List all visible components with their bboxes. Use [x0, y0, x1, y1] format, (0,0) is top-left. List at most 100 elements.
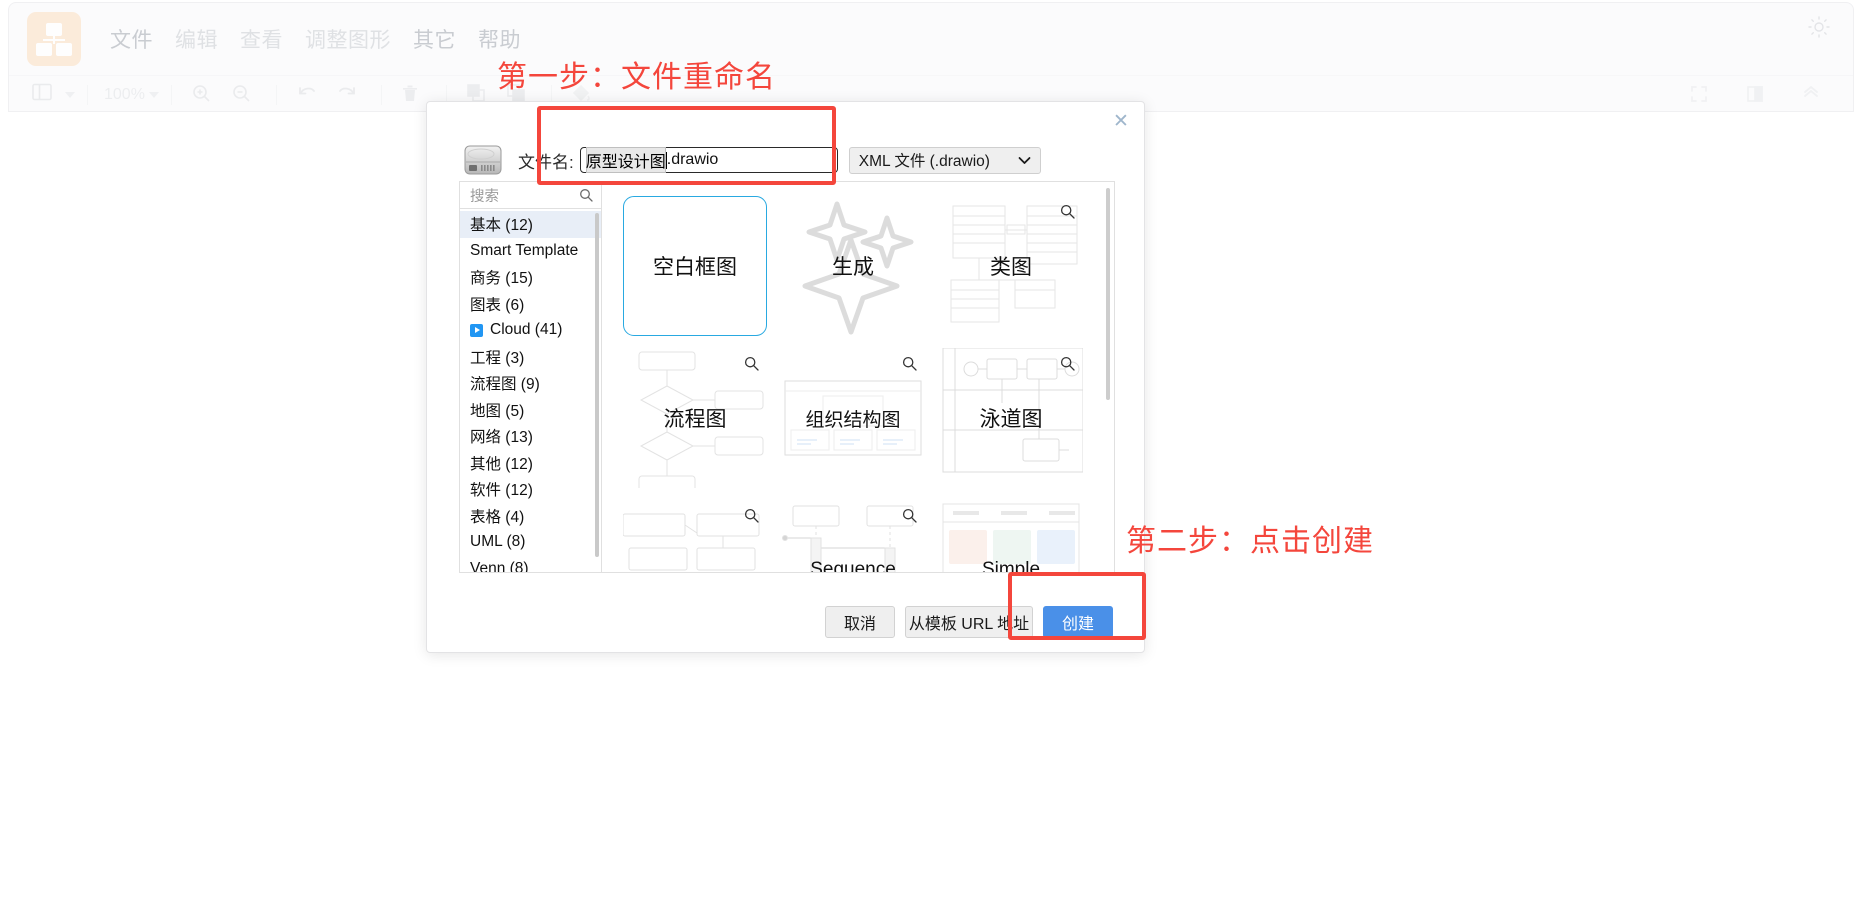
menu-item-file[interactable]: 文件 — [99, 24, 164, 54]
template-item[interactable]: 流程图 — [616, 342, 774, 494]
category-label: Smart Template — [470, 241, 579, 259]
category-label: 其他 (12) — [470, 455, 533, 473]
chevron-down-icon-layout[interactable] — [65, 91, 75, 98]
annotation-step2-text: 第二步：点击创建 — [1126, 525, 1374, 558]
category-label: Cloud (41) — [490, 321, 563, 339]
template-simple[interactable]: Simple — [939, 500, 1083, 572]
menu-item-view[interactable]: 查看 — [229, 24, 294, 54]
search-icon — [580, 189, 593, 202]
template-browser: 搜索 基本 (12) Smart Template 商务 (15) 图表 (6)… — [459, 181, 1115, 573]
toolbar-divider — [380, 84, 382, 105]
sun-icon[interactable] — [1807, 15, 1831, 39]
category-item-software[interactable]: 软件 (12) — [460, 476, 601, 503]
annotation-step1-text: 第一步：文件重命名 — [497, 61, 776, 94]
category-item-tables[interactable]: 表格 (4) — [460, 503, 601, 530]
template-label: 空白框图 — [653, 256, 737, 279]
category-label: 表格 (4) — [470, 508, 525, 526]
template-item[interactable]: Simple — [932, 494, 1090, 572]
category-item-maps[interactable]: 地图 (5) — [460, 397, 601, 424]
category-item-charts[interactable]: 图表 (6) — [460, 291, 601, 318]
template-sequence[interactable]: Sequence — [781, 500, 925, 572]
category-item-venn[interactable]: Venn (8) — [460, 556, 601, 572]
template-label: 类图 — [990, 256, 1032, 279]
close-icon[interactable]: ✕ — [1110, 111, 1132, 133]
menu-item-help[interactable]: 帮助 — [467, 24, 532, 54]
zoom-out-icon[interactable] — [230, 82, 258, 108]
toolbar-divider — [275, 84, 277, 105]
menu-bar: 文件 编辑 查看 调整图形 其它 帮助 — [9, 3, 1853, 75]
file-format-value: XML 文件 (.drawio) — [858, 153, 990, 170]
category-item-business[interactable]: 商务 (15) — [460, 264, 601, 291]
zoom-preview-icon[interactable] — [744, 356, 759, 371]
category-item-basic[interactable]: 基本 (12) — [460, 211, 601, 238]
toolbar-divider — [87, 84, 88, 105]
cloud-play-icon — [470, 323, 483, 337]
template-label: Simple — [981, 559, 1041, 572]
category-item-other[interactable]: 其他 (12) — [460, 450, 601, 477]
chevron-up-icon[interactable] — [1801, 84, 1829, 110]
category-item-flowchart[interactable]: 流程图 (9) — [460, 370, 601, 397]
template-label: 组织结构图 — [805, 409, 901, 431]
menu-items: 文件 编辑 查看 调整图形 其它 帮助 — [99, 24, 532, 54]
menu-item-arrange[interactable]: 调整图形 — [294, 24, 402, 54]
template-label: 泳道图 — [979, 408, 1043, 431]
template-item[interactable]: 泳道图 — [932, 342, 1090, 494]
template-generate[interactable]: 生成 — [781, 196, 925, 336]
template-item[interactable] — [616, 494, 774, 572]
zoom-preview-icon[interactable] — [902, 508, 917, 523]
app-window: 文件 编辑 查看 调整图形 其它 帮助 100% — [8, 2, 1854, 112]
template-org-chart[interactable]: 组织结构图 — [781, 348, 925, 488]
chevron-down-icon-zoom[interactable] — [148, 91, 159, 98]
category-label: 工程 (3) — [470, 349, 525, 367]
trash-icon[interactable] — [400, 82, 428, 108]
menu-item-extras[interactable]: 其它 — [402, 24, 467, 54]
category-item-network[interactable]: 网络 (13) — [460, 423, 601, 450]
file-format-select[interactable]: XML 文件 (.drawio) — [848, 146, 1041, 174]
undo-icon[interactable] — [295, 82, 323, 108]
category-list: 基本 (12) Smart Template 商务 (15) 图表 (6) Cl… — [460, 209, 601, 572]
annotation-step2-box — [1008, 572, 1146, 640]
category-scrollbar[interactable] — [595, 213, 599, 557]
template-scrollbar[interactable] — [1106, 188, 1110, 400]
category-label: 网络 (13) — [470, 429, 533, 447]
search-input[interactable]: 搜索 — [470, 185, 579, 206]
template-search-box[interactable]: 搜索 — [460, 182, 601, 209]
template-item[interactable]: 生成 — [774, 190, 932, 342]
category-label: Venn (8) — [470, 559, 529, 572]
drawio-logo-icon — [27, 12, 81, 66]
zoom-preview-icon[interactable] — [744, 508, 759, 523]
fullscreen-icon[interactable] — [1689, 84, 1717, 110]
template-blank[interactable]: 空白框图 — [623, 196, 767, 336]
category-item-uml[interactable]: UML (8) — [460, 529, 601, 556]
annotation-step1-box — [537, 106, 836, 185]
zoom-preview-icon[interactable] — [902, 356, 917, 371]
zoom-in-icon[interactable] — [190, 82, 218, 108]
template-item[interactable]: 空白框图 — [616, 190, 774, 342]
template-item[interactable]: Sequence — [774, 494, 932, 572]
layout-panel-icon[interactable] — [31, 82, 59, 108]
save-disk-icon — [460, 142, 506, 178]
zoom-preview-icon[interactable] — [1060, 204, 1075, 219]
category-panel: 搜索 基本 (12) Smart Template 商务 (15) 图表 (6)… — [460, 182, 602, 572]
category-item-engineering[interactable]: 工程 (3) — [460, 344, 601, 371]
redo-icon[interactable] — [335, 82, 363, 108]
category-label: 流程图 (9) — [470, 376, 540, 394]
format-panel-icon[interactable] — [1745, 84, 1773, 110]
menu-item-edit[interactable]: 编辑 — [164, 24, 229, 54]
category-item-cloud[interactable]: Cloud (41) — [460, 317, 601, 344]
chevron-down-icon — [1018, 156, 1031, 164]
template-swimlane[interactable]: 泳道图 — [939, 348, 1083, 488]
category-item-smart-template[interactable]: Smart Template — [460, 238, 601, 265]
zoom-level-label[interactable]: 100% — [104, 86, 145, 104]
template-item[interactable]: 类图 — [932, 190, 1090, 342]
cancel-button[interactable]: 取消 — [825, 606, 895, 638]
template-label: 流程图 — [663, 408, 727, 431]
template-label: Sequence — [810, 559, 896, 572]
template-item[interactable]: 组织结构图 — [774, 342, 932, 494]
category-label: 地图 (5) — [470, 402, 525, 420]
zoom-preview-icon[interactable] — [1060, 356, 1075, 371]
template-erd[interactable] — [623, 500, 767, 572]
template-class-diagram[interactable]: 类图 — [939, 196, 1083, 336]
template-flowchart[interactable]: 流程图 — [623, 348, 767, 488]
toolbar-divider — [170, 84, 172, 105]
